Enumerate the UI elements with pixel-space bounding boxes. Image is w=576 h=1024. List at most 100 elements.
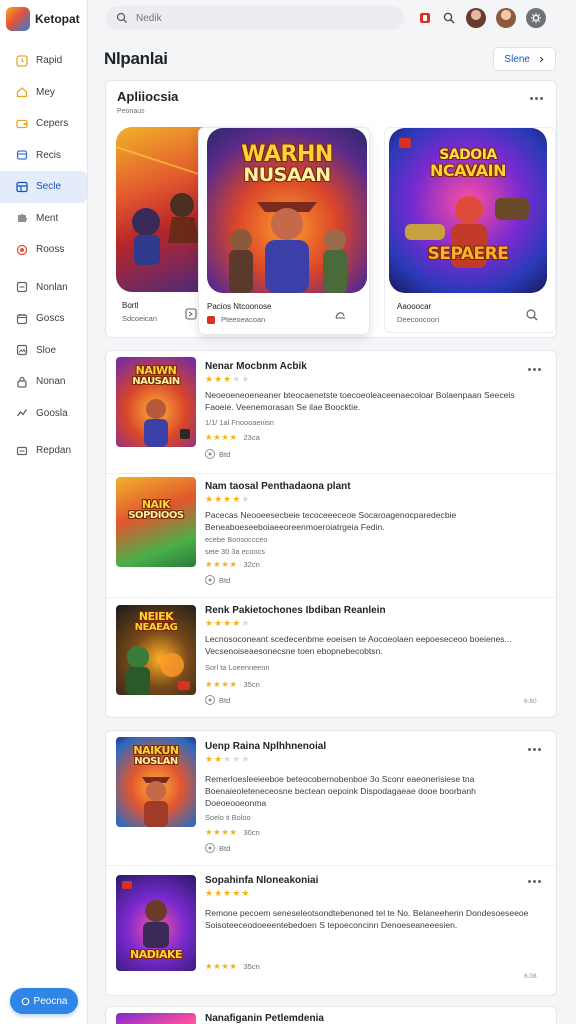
app-meta: sete 30 3a ecoocs (205, 547, 265, 556)
featured-card[interactable]: Bortl Sdcoeican (116, 127, 208, 333)
featured-card[interactable]: SADOIA NCAVAIN SEPAERE Aaooocar Deecooco… (384, 127, 556, 333)
more-icon[interactable] (528, 365, 542, 373)
rating-row: ★★★★ 35cn (205, 679, 260, 690)
app-description: Pacecas Neooeesecbeie tecoceeeceoe Socar… (205, 510, 457, 532)
sidebar-item-recis[interactable]: Recis (0, 140, 87, 172)
star-icon: ★ (232, 754, 241, 764)
art-title-line: NADIAKE (130, 948, 183, 961)
featured-caption: Bortl (122, 301, 139, 310)
rating-row: ★★★★ 23ca (205, 432, 260, 443)
sidebar-item-repdan[interactable]: Repdan (0, 435, 87, 467)
search-input[interactable] (136, 12, 376, 24)
featured-subcaption: Sdcoeican (122, 314, 158, 323)
more-icon[interactable] (528, 877, 542, 885)
star-rating: ★ ★ ★ ★ ★ (205, 889, 249, 898)
sidebar-item-rooss[interactable]: Rooss (0, 234, 87, 266)
star-icon: ★ (205, 374, 214, 384)
list-item[interactable]: Nanafiganin Petlemdenia (106, 1011, 556, 1024)
topbar (88, 0, 576, 36)
star-icon: ★ (241, 494, 250, 504)
app-title: Nanafiganin Petlemdenia (205, 1013, 324, 1024)
sidebar-item-sloe[interactable]: Sloe (0, 335, 87, 367)
list-item[interactable]: NEIEK NEAEAG Renk Pakietochones Ibdiban … (106, 603, 556, 715)
featured-title: Apliiocsia (117, 89, 179, 104)
featured-caption: Pacios Ntcoonose (207, 302, 272, 311)
sidebar-item-secle[interactable]: Secle (0, 171, 87, 203)
see-all-label: Slene (504, 53, 530, 65)
featured-card[interactable]: WARHN NUSAAN Pacios Ntcoonose Pteeoeacoa… (198, 127, 370, 335)
bookmark-icon[interactable] (184, 307, 198, 321)
art-title-line: SEPAERE (427, 244, 509, 264)
footer-label: Btd (219, 575, 231, 585)
game-art: WARHN NUSAAN (207, 128, 367, 293)
star-icon: ★ (205, 888, 214, 898)
star-icon: ★ (214, 618, 223, 628)
page-header: Nlpanlai Slene (104, 46, 556, 72)
divider (106, 473, 556, 474)
featured-caption: Aaooocar (397, 302, 432, 311)
image-icon (16, 345, 28, 356)
sidebar-item-label: Ment (36, 212, 59, 224)
promo-button[interactable]: Peocna (10, 988, 78, 1014)
footer-label: Btd (219, 449, 231, 459)
sidebar-item-label: Sloe (36, 344, 57, 356)
clock-icon (16, 55, 28, 67)
star-icon: ★ (232, 494, 241, 504)
divider (106, 865, 556, 866)
circle-icon (21, 997, 29, 1005)
search-icon[interactable] (333, 308, 347, 322)
app-logo-icon (6, 7, 30, 31)
hero-figure-icon (144, 399, 190, 447)
search-icon[interactable] (525, 308, 539, 322)
sidebar-item-mey[interactable]: Mey (0, 77, 87, 109)
list-item[interactable]: NAIK SOPDIOOS Nam taosal Penthadaona pla… (106, 477, 556, 595)
wallet-icon (16, 119, 28, 128)
sidebar-item-label: Rapid (36, 55, 63, 67)
badge-icon (207, 316, 215, 324)
list-item[interactable]: NADIAKE Sopahinfa Nloneakoniai ★ ★ ★ ★ ★ Rem… (106, 873, 556, 991)
sidebar-item-cepers[interactable]: Cepers (0, 108, 87, 140)
star-icon: ★ (241, 374, 250, 384)
app-footer: Btd (205, 575, 230, 585)
sidebar-item-goscs[interactable]: Goscs (0, 303, 87, 335)
list-item[interactable]: NAIKUN NOSLAN Uenp Raina Nplhhnenoial ★ ★… (106, 737, 556, 865)
rating-count: 23ca (243, 433, 260, 442)
puzzle-icon (18, 214, 28, 223)
star-icon: ★ (223, 888, 232, 898)
avatar[interactable] (496, 8, 516, 28)
app-description: Neoeoeneoeneaner bteocaenetste toecoeole… (205, 390, 515, 412)
more-icon[interactable] (530, 94, 544, 102)
rating-row: ★★★★ 32cn (205, 559, 260, 570)
rating-count: 35cn (243, 962, 260, 971)
see-all-button[interactable]: Slene (493, 47, 556, 71)
app-meta: ecebe Bonsoccceo (205, 535, 268, 544)
app-thumbnail (116, 1013, 196, 1024)
star-rating: ★ ★ ★ ★ ★ (205, 619, 249, 628)
notification-icon[interactable] (418, 11, 432, 25)
settings-icon[interactable] (526, 8, 546, 28)
star-icon: ★ (223, 754, 232, 764)
app-title: Nenar Mocbnm Acbik (205, 361, 307, 372)
sidebar-item-goosla[interactable]: Goosla (0, 398, 87, 430)
sidebar-item-label: Recis (36, 149, 62, 161)
sidebar-item-nonan[interactable]: Nonan (0, 366, 87, 398)
brand[interactable]: Ketopat (0, 0, 87, 38)
sidebar-item-ment[interactable]: Ment (0, 203, 87, 235)
star-icon: ★ (232, 374, 241, 384)
sidebar-item-rapid[interactable]: Rapid (0, 45, 87, 77)
sidebar-item-nonlan[interactable]: Nonlan (0, 272, 87, 304)
avatar[interactable] (466, 8, 486, 28)
search-box[interactable] (106, 6, 404, 30)
hero-figure-icon (126, 646, 190, 695)
help-icon[interactable] (442, 11, 456, 25)
star-icon: ★ (214, 888, 223, 898)
list-item[interactable]: NAIWN NAUSAIN Nenar Mocbnm Acbik ★ ★ ★ ★ ★ N… (106, 357, 556, 475)
star-icon: ★★★★ (205, 827, 238, 837)
chart-icon (16, 409, 28, 417)
more-icon[interactable] (528, 745, 542, 753)
home-icon (16, 87, 28, 98)
art-title-line: NAIK (141, 498, 171, 511)
info-icon (205, 843, 215, 853)
sidebar-item-label: Nonan (36, 376, 66, 388)
sidebar-item-label: Mey (36, 86, 55, 98)
